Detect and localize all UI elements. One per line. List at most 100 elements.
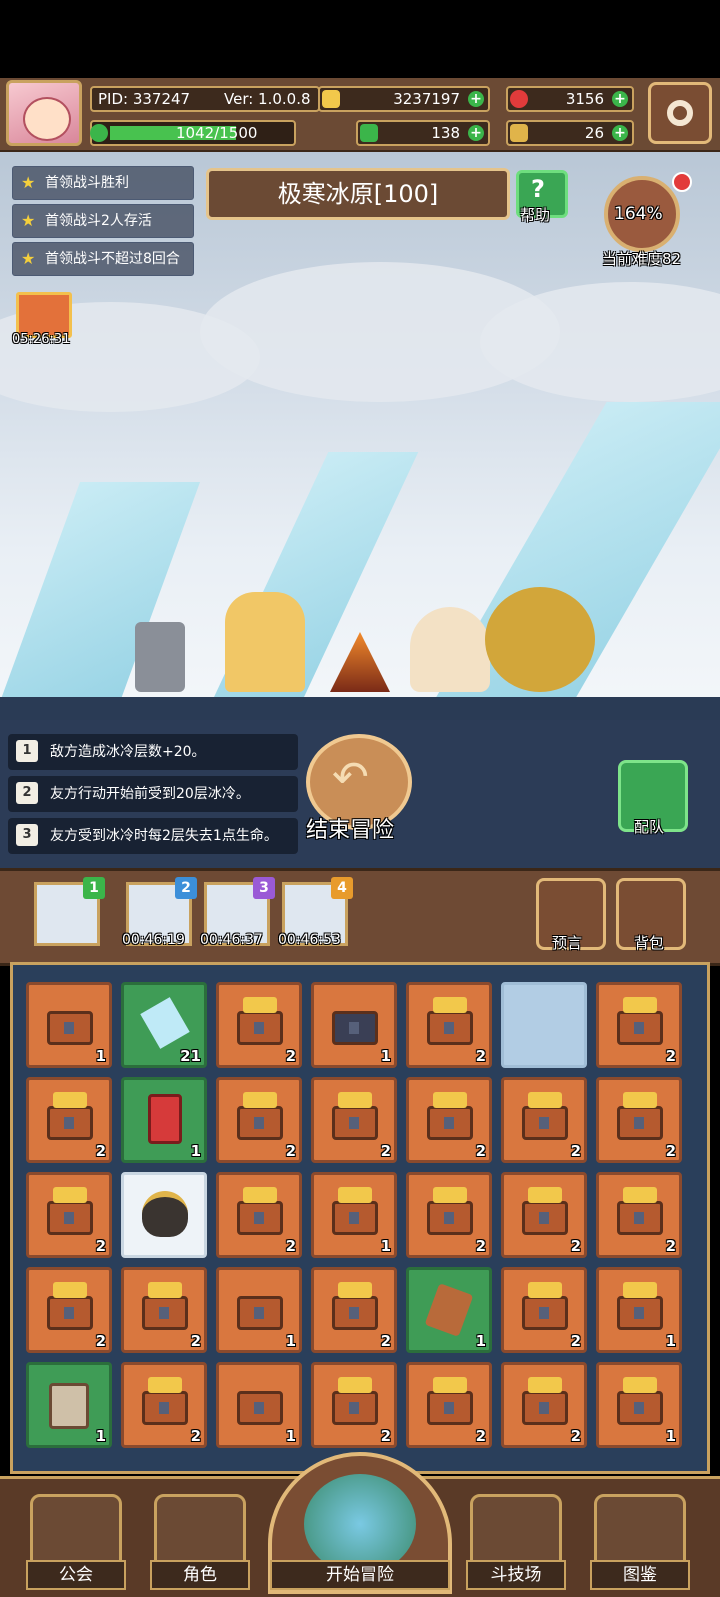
energy-bar: 1042/1500 bbox=[90, 120, 296, 146]
treasure-chest-icon bbox=[522, 1201, 568, 1235]
inventory-cell[interactable]: 2 bbox=[406, 982, 492, 1068]
player-avatar[interactable] bbox=[6, 80, 82, 146]
item-count: 2 bbox=[95, 1332, 106, 1350]
inventory-cell[interactable]: 2 bbox=[596, 982, 682, 1068]
inventory-cell[interactable]: 2 bbox=[216, 1077, 302, 1163]
globe-icon bbox=[304, 1474, 416, 1574]
inventory-cell[interactable]: 2 bbox=[406, 1077, 492, 1163]
inventory-cell[interactable] bbox=[121, 1172, 207, 1258]
treasure-chest-icon bbox=[47, 1011, 93, 1045]
item-count: 2 bbox=[380, 1142, 391, 1160]
clover-counter: 138 + bbox=[356, 120, 490, 146]
inventory-cell[interactable]: 21 bbox=[121, 982, 207, 1068]
inventory-cell[interactable]: 1 bbox=[596, 1267, 682, 1353]
inventory-cell[interactable]: 1 bbox=[596, 1362, 682, 1448]
treasure-chest-icon bbox=[617, 1296, 663, 1330]
inventory-cell[interactable]: 2 bbox=[216, 982, 302, 1068]
inventory-cell[interactable]: 2 bbox=[26, 1077, 112, 1163]
item-count: 2 bbox=[475, 1142, 486, 1160]
inventory-cell[interactable]: 1 bbox=[311, 982, 397, 1068]
gift-timer: 05:26:31 bbox=[12, 332, 71, 347]
difficulty-percent: 164% bbox=[614, 204, 663, 224]
item-count: 1 bbox=[190, 1142, 201, 1160]
add-key-button[interactable]: + bbox=[612, 125, 628, 141]
slot-number: 4 bbox=[331, 877, 353, 899]
item-count: 2 bbox=[665, 1237, 676, 1255]
gold-coin-icon bbox=[322, 90, 340, 108]
add-gem-button[interactable]: + bbox=[612, 91, 628, 107]
inventory-cell[interactable]: 1 bbox=[311, 1172, 397, 1258]
item-count: 1 bbox=[285, 1427, 296, 1445]
inventory-cell[interactable]: 2 bbox=[596, 1172, 682, 1258]
inventory-cell[interactable]: 2 bbox=[311, 1362, 397, 1448]
item-count: 1 bbox=[665, 1332, 676, 1350]
gem-value: 3156 bbox=[565, 90, 604, 108]
inventory-cell[interactable]: 2 bbox=[216, 1172, 302, 1258]
star-icon: ★ bbox=[21, 173, 36, 192]
gem-counter: 3156 + bbox=[506, 86, 634, 112]
inventory-cell[interactable]: 1 bbox=[216, 1267, 302, 1353]
slot-number: 2 bbox=[175, 877, 197, 899]
treasure-chest-icon bbox=[237, 1201, 283, 1235]
crystal-icon bbox=[140, 997, 190, 1049]
inventory-cell[interactable]: 2 bbox=[596, 1077, 682, 1163]
inventory-cell[interactable]: 2 bbox=[121, 1362, 207, 1448]
add-clover-button[interactable]: + bbox=[468, 125, 484, 141]
bag-label: 背包 bbox=[634, 934, 665, 952]
quest-item: ★ 首领战斗不超过8回合 bbox=[12, 242, 194, 276]
item-count: 2 bbox=[380, 1427, 391, 1445]
gear-icon bbox=[667, 100, 693, 126]
rule-text: 友方行动开始前受到20层冰冷。 bbox=[50, 786, 250, 802]
nav-guild-label: 公会 bbox=[26, 1560, 126, 1590]
item-count: 2 bbox=[570, 1427, 581, 1445]
inventory-cell[interactable]: 1 bbox=[216, 1362, 302, 1448]
inventory-cell[interactable]: 2 bbox=[406, 1362, 492, 1448]
key-counter: 26 + bbox=[506, 120, 634, 146]
inventory-cell[interactable]: 2 bbox=[501, 1077, 587, 1163]
golden-character bbox=[485, 587, 595, 692]
inventory-cell[interactable]: 2 bbox=[26, 1172, 112, 1258]
red-gem-icon bbox=[510, 90, 528, 108]
player-id: PID: 337247 bbox=[98, 90, 191, 108]
inventory-cell[interactable]: 2 bbox=[26, 1267, 112, 1353]
inventory-cell[interactable]: 2 bbox=[501, 1267, 587, 1353]
treasure-chest-icon bbox=[332, 1201, 378, 1235]
add-gold-button[interactable]: + bbox=[468, 91, 484, 107]
treasure-chest-icon bbox=[522, 1391, 568, 1425]
slot-number: 3 bbox=[253, 877, 275, 899]
blonde-character bbox=[410, 607, 490, 692]
item-count: 2 bbox=[380, 1332, 391, 1350]
inventory-cell[interactable]: 1 bbox=[26, 1362, 112, 1448]
inventory-cell[interactable]: 1 bbox=[406, 1267, 492, 1353]
dark-chest-icon bbox=[332, 1011, 378, 1045]
quest-label: 首领战斗不超过8回合 bbox=[45, 251, 180, 267]
return-arrow-icon: ↶ bbox=[332, 752, 369, 803]
quest-label: 首领战斗2人存活 bbox=[45, 213, 152, 229]
inventory-cell[interactable]: 2 bbox=[501, 1362, 587, 1448]
boot-icon bbox=[424, 1283, 474, 1337]
inventory-cell[interactable]: 2 bbox=[311, 1267, 397, 1353]
treasure-chest-icon bbox=[237, 1296, 283, 1330]
inventory-cell[interactable]: 2 bbox=[501, 1172, 587, 1258]
inventory-cell[interactable]: 2 bbox=[311, 1077, 397, 1163]
treasure-chest-icon bbox=[47, 1201, 93, 1235]
equipment-slot-1[interactable]: 1 bbox=[34, 877, 105, 946]
settings-button[interactable] bbox=[648, 82, 712, 144]
inventory-cell[interactable] bbox=[501, 982, 587, 1068]
star-icon: ★ bbox=[21, 211, 36, 230]
item-count: 2 bbox=[665, 1047, 676, 1065]
item-count: 2 bbox=[190, 1427, 201, 1445]
inventory-cell[interactable]: 1 bbox=[121, 1077, 207, 1163]
inventory-cell[interactable]: 2 bbox=[121, 1267, 207, 1353]
inventory-cell[interactable]: 2 bbox=[406, 1172, 492, 1258]
ruby-icon bbox=[148, 1094, 182, 1144]
inventory-cell[interactable]: 1 bbox=[26, 982, 112, 1068]
robot-character bbox=[135, 622, 185, 692]
gold-value: 3237197 bbox=[393, 90, 460, 108]
item-count: 21 bbox=[180, 1047, 201, 1065]
start-adventure-label: 开始冒险 bbox=[270, 1560, 450, 1590]
item-count: 1 bbox=[285, 1332, 296, 1350]
team-label: 配队 bbox=[634, 818, 665, 836]
stage-title: 极寒冰原[100] bbox=[206, 168, 510, 220]
item-count: 2 bbox=[475, 1047, 486, 1065]
